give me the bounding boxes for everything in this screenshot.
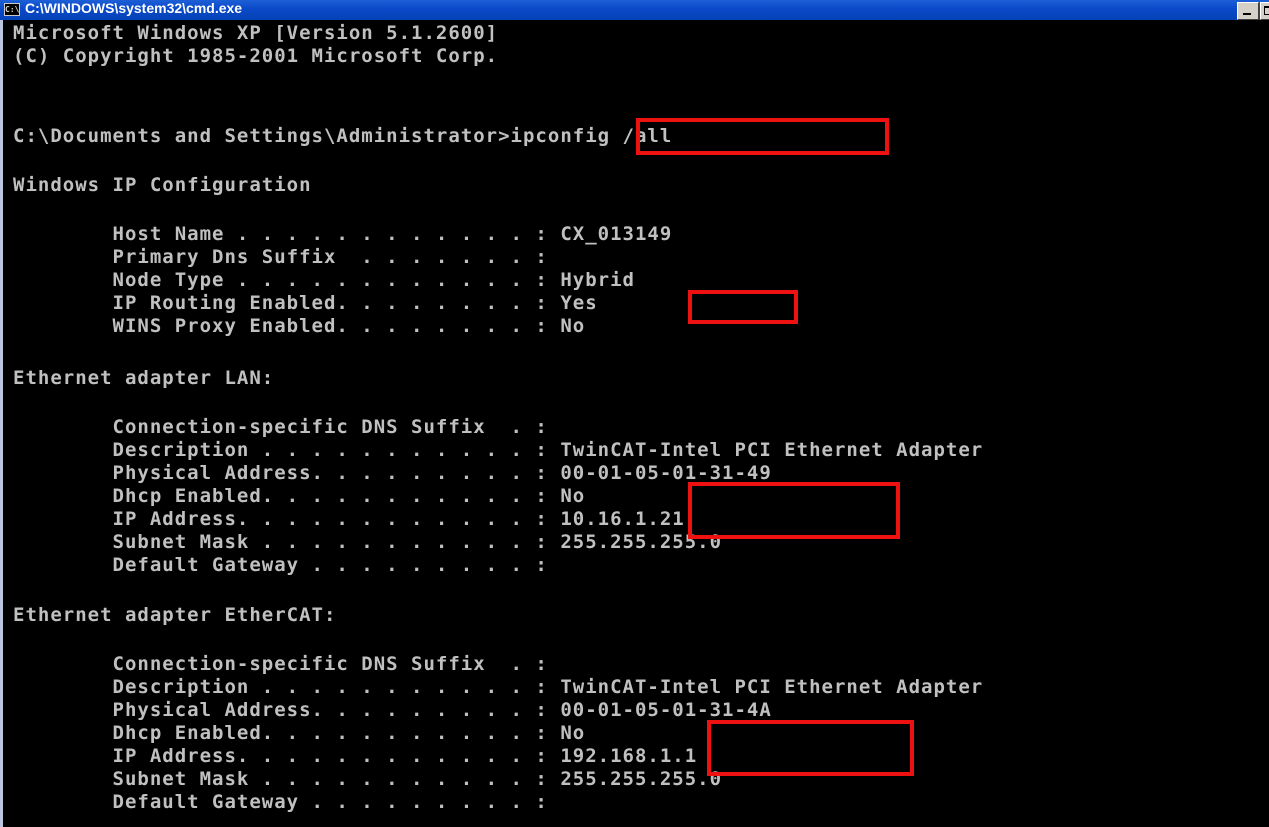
console-line: Dhcp Enabled. . . . . . . . . . . : No: [13, 722, 586, 744]
console-line: IP Routing Enabled. . . . . . . . : Yes: [13, 292, 598, 314]
console-line: Default Gateway . . . . . . . . . :: [13, 791, 548, 813]
console-line: Description . . . . . . . . . . . : Twin…: [13, 676, 984, 698]
highlight-lan-ip-box: [688, 482, 900, 539]
console-line: Ethernet adapter LAN:: [13, 367, 275, 389]
console-line: Connection-specific DNS Suffix . :: [13, 653, 548, 675]
minimize-button[interactable]: [1237, 2, 1259, 20]
console-line: Connection-specific DNS Suffix . :: [13, 416, 548, 438]
title-bar[interactable]: C:\ C:\WINDOWS\system32\cmd.exe: [0, 0, 1269, 20]
highlight-ethercat-ip-box: [707, 720, 914, 776]
maximize-button[interactable]: [1260, 2, 1269, 20]
console-line: Node Type . . . . . . . . . . . . : Hybr…: [13, 269, 635, 291]
maximize-icon: [1264, 6, 1269, 15]
console-line: IP Address. . . . . . . . . . . . : 10.1…: [13, 508, 685, 530]
console-icon[interactable]: C:\: [4, 3, 20, 16]
console-line: Subnet Mask . . . . . . . . . . . : 255.…: [13, 531, 723, 553]
console-line: Default Gateway . . . . . . . . . :: [13, 554, 548, 576]
window-border: [0, 20, 3, 827]
console-line: Description . . . . . . . . . . . : Twin…: [13, 439, 984, 461]
console-line: Host Name . . . . . . . . . . . . : CX_0…: [13, 223, 673, 245]
cmd-window: C:\ C:\WINDOWS\system32\cmd.exe Microsof…: [0, 0, 1269, 827]
console-line: Ethernet adapter EtherCAT:: [13, 604, 337, 626]
console-line: Windows IP Configuration: [13, 174, 312, 196]
console-line: WINS Proxy Enabled. . . . . . . . : No: [13, 315, 586, 337]
console-line: Physical Address. . . . . . . . . : 00-0…: [13, 462, 772, 484]
minimize-icon: [1243, 13, 1251, 15]
console-line: Physical Address. . . . . . . . . : 00-0…: [13, 699, 772, 721]
console-line: C:\Documents and Settings\Administrator>…: [13, 125, 673, 147]
console-line: Primary Dns Suffix . . . . . . . :: [13, 246, 548, 268]
console-line: Dhcp Enabled. . . . . . . . . . . : No: [13, 485, 586, 507]
window-title: C:\WINDOWS\system32\cmd.exe: [25, 0, 243, 16]
console-line: (C) Copyright 1985-2001 Microsoft Corp.: [13, 45, 499, 67]
highlight-command-box: [636, 118, 889, 155]
console-line: Subnet Mask . . . . . . . . . . . : 255.…: [13, 768, 723, 790]
highlight-ip-routing-box: [688, 290, 798, 324]
console-line: Microsoft Windows XP [Version 5.1.2600]: [13, 22, 499, 44]
console-line: IP Address. . . . . . . . . . . . : 192.…: [13, 745, 698, 767]
